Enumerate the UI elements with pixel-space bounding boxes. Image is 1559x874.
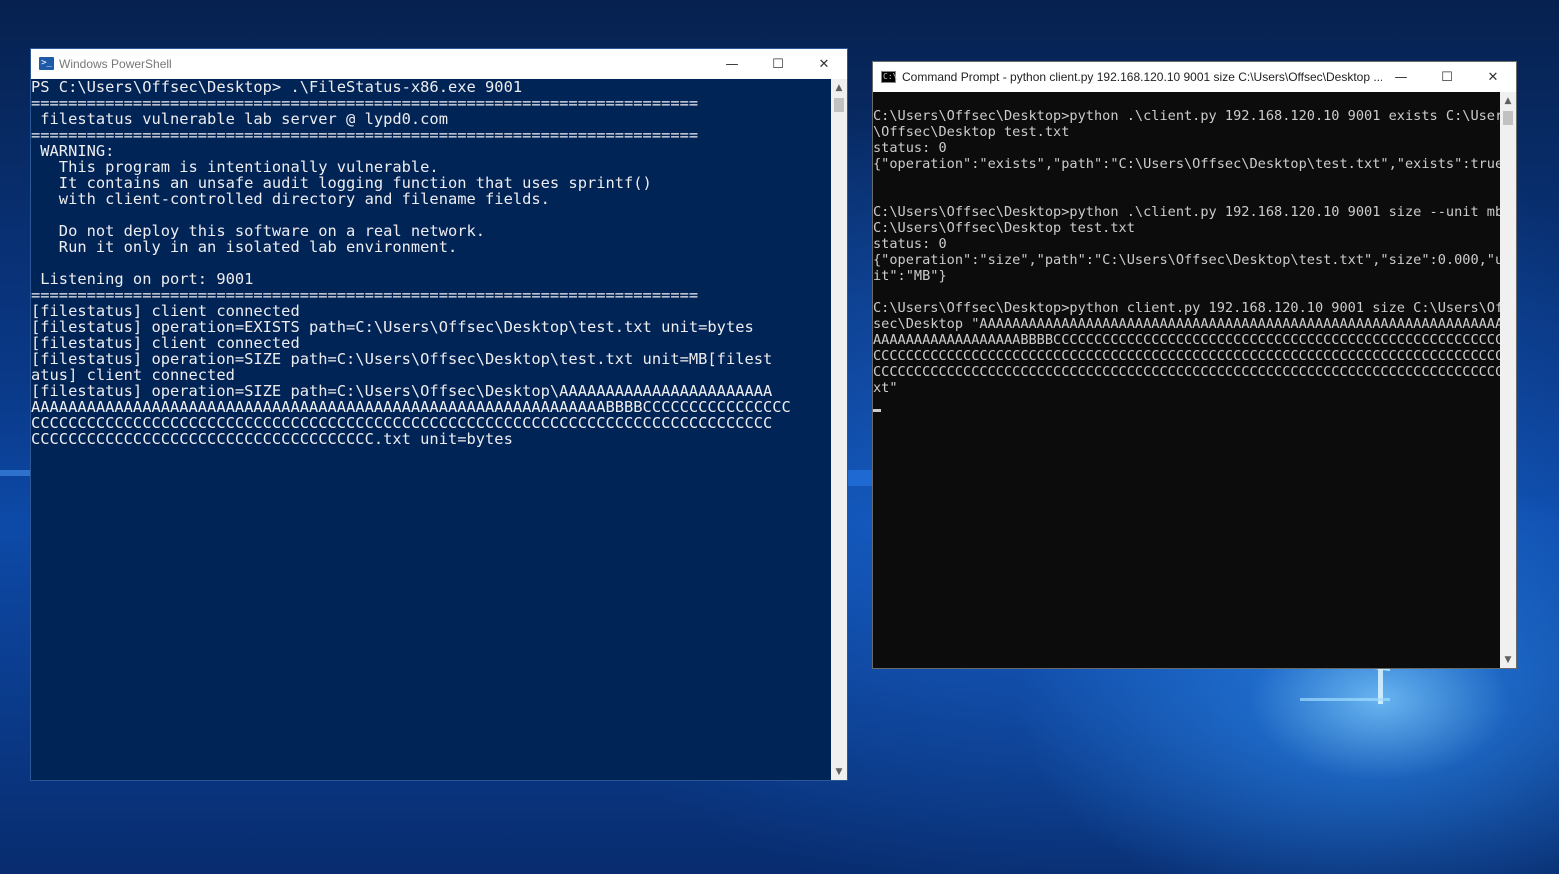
- console-cursor-line: [873, 396, 1501, 412]
- console-line: C:\Users\Offsec\Desktop test.txt: [873, 220, 1135, 236]
- console-line: ========================================…: [31, 94, 699, 112]
- console-line: {"operation":"size","path":"C:\Users\Off…: [873, 252, 1501, 268]
- console-line: ========================================…: [31, 126, 699, 144]
- console-line: [filestatus] client connected: [31, 302, 300, 320]
- console-line: ========================================…: [31, 286, 699, 304]
- minimize-button[interactable]: —: [709, 49, 755, 79]
- wallpaper-light-beam: [848, 470, 872, 486]
- text-cursor: [873, 409, 881, 412]
- console-line: filestatus vulnerable lab server @ lypd0…: [31, 110, 448, 128]
- window-title: Command Prompt - python client.py 192.16…: [902, 70, 1382, 84]
- maximize-icon: ☐: [1441, 69, 1453, 85]
- close-button[interactable]: ✕: [801, 49, 847, 79]
- scroll-down-icon[interactable]: ▼: [831, 763, 847, 780]
- close-icon: ✕: [818, 56, 830, 72]
- console-line: CCCCCCCCCCCCCCCCCCCCCCCCCCCCCCCCCCCCCCCC…: [31, 414, 773, 432]
- powershell-window[interactable]: >_ Windows PowerShell — ☐ ✕ PS C:\Users\…: [30, 48, 848, 781]
- console-line: CCCCCCCCCCCCCCCCCCCCCCCCCCCCCCCCCCCCCCCC…: [873, 348, 1501, 364]
- command-prompt-console-output[interactable]: C:\Users\Offsec\Desktop>python .\client.…: [873, 92, 1501, 668]
- scroll-up-icon[interactable]: ▲: [1500, 92, 1516, 109]
- minimize-icon: —: [1394, 69, 1408, 85]
- console-line: status: 0: [873, 140, 947, 156]
- scroll-down-icon[interactable]: ▼: [1500, 651, 1516, 668]
- console-line: {"operation":"exists","path":"C:\Users\O…: [873, 156, 1501, 172]
- maximize-button[interactable]: ☐: [1424, 62, 1470, 92]
- scroll-thumb[interactable]: [834, 98, 844, 112]
- scroll-up-icon[interactable]: ▲: [831, 79, 847, 96]
- console-line: [filestatus] operation=EXISTS path=C:\Us…: [31, 318, 754, 336]
- console-line: sec\Desktop "AAAAAAAAAAAAAAAAAAAAAAAAAAA…: [873, 316, 1501, 332]
- console-line: Listening on port: 9001: [31, 270, 254, 288]
- console-line: [filestatus] client connected: [31, 334, 300, 352]
- maximize-button[interactable]: ☐: [755, 49, 801, 79]
- console-line: xt": [873, 380, 898, 396]
- close-button[interactable]: ✕: [1470, 62, 1516, 92]
- wallpaper-light-beam: [1300, 698, 1390, 701]
- vertical-scrollbar[interactable]: ▲ ▼: [1500, 92, 1516, 668]
- console-line: C:\Users\Offsec\Desktop>python client.py…: [873, 300, 1501, 316]
- console-line: it":"MB"}: [873, 268, 947, 284]
- minimize-icon: —: [725, 56, 739, 72]
- powershell-titlebar[interactable]: >_ Windows PowerShell — ☐ ✕: [31, 49, 847, 79]
- powershell-console-output[interactable]: PS C:\Users\Offsec\Desktop> .\FileStatus…: [31, 79, 831, 780]
- console-line: This program is intentionally vulnerable…: [31, 158, 439, 176]
- console-line: with client-controlled directory and fil…: [31, 190, 550, 208]
- wallpaper-light-beam: [1378, 668, 1383, 704]
- powershell-icon: >_: [39, 57, 54, 70]
- command-prompt-titlebar[interactable]: C:\ Command Prompt - python client.py 19…: [873, 62, 1516, 92]
- close-icon: ✕: [1487, 69, 1499, 85]
- console-line: Do not deploy this software on a real ne…: [31, 222, 486, 240]
- console-line: AAAAAAAAAAAAAAAAAABBBBCCCCCCCCCCCCCCCCCC…: [873, 332, 1501, 348]
- wallpaper-light-beam: [0, 470, 30, 476]
- console-line: PS C:\Users\Offsec\Desktop> .\FileStatus…: [31, 79, 523, 96]
- console-line: atus] client connected: [31, 366, 235, 384]
- console-line: status: 0: [873, 236, 947, 252]
- scroll-thumb[interactable]: [1503, 111, 1513, 125]
- console-line: [filestatus] operation=SIZE path=C:\User…: [31, 350, 773, 368]
- console-line: WARNING:: [31, 142, 115, 160]
- console-line: It contains an unsafe audit logging func…: [31, 174, 652, 192]
- console-line: Run it only in an isolated lab environme…: [31, 238, 458, 256]
- console-line: C:\Users\Offsec\Desktop>python .\client.…: [873, 204, 1501, 220]
- console-line: [filestatus] operation=SIZE path=C:\User…: [31, 382, 773, 400]
- command-prompt-window[interactable]: C:\ Command Prompt - python client.py 19…: [872, 61, 1517, 669]
- console-line: C:\Users\Offsec\Desktop>python .\client.…: [873, 108, 1501, 124]
- console-line: CCCCCCCCCCCCCCCCCCCCCCCCCCCCCCCCCCCCCCCC…: [873, 364, 1501, 380]
- console-line: \Offsec\Desktop test.txt: [873, 124, 1070, 140]
- vertical-scrollbar[interactable]: ▲ ▼: [831, 79, 847, 780]
- console-line: AAAAAAAAAAAAAAAAAAAAAAAAAAAAAAAAAAAAAAAA…: [31, 398, 791, 416]
- maximize-icon: ☐: [772, 56, 784, 72]
- minimize-button[interactable]: —: [1378, 62, 1424, 92]
- command-prompt-icon: C:\: [881, 71, 898, 83]
- console-line: CCCCCCCCCCCCCCCCCCCCCCCCCCCCCCCCCCCCC.tx…: [31, 430, 513, 448]
